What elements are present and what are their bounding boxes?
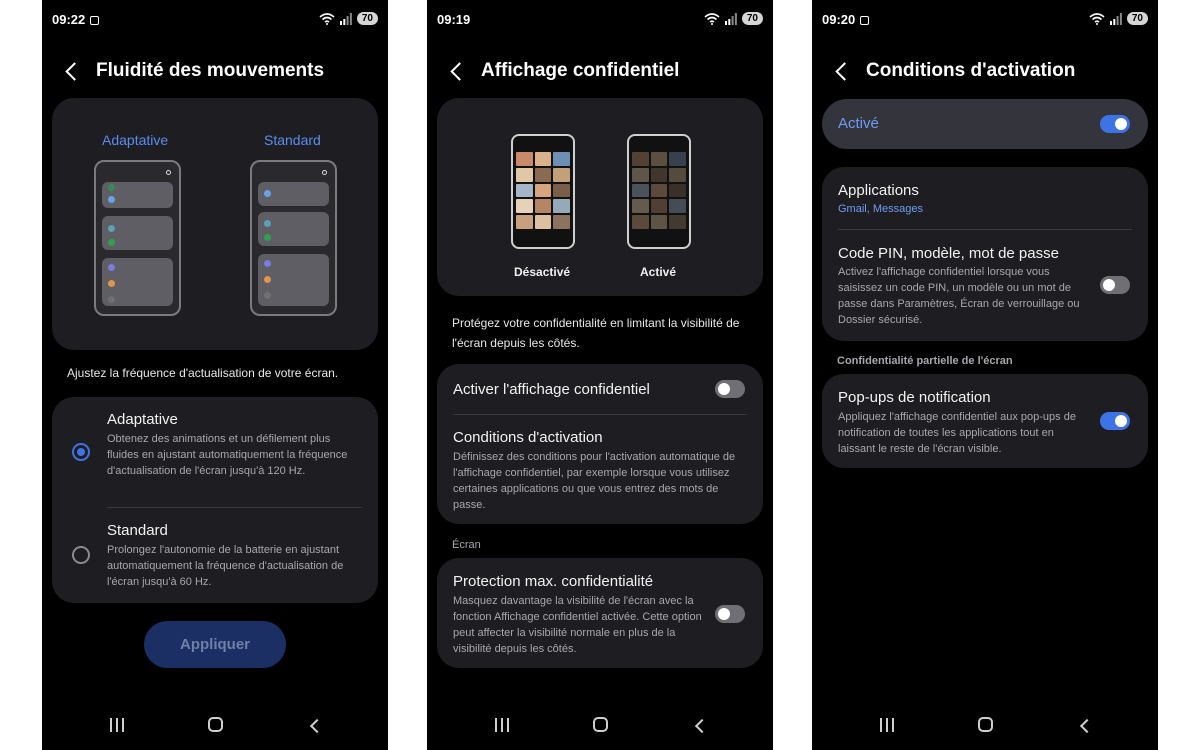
pin-toggle[interactable]: [1100, 276, 1130, 294]
popups-title: Pop-ups de notification: [838, 389, 991, 406]
option-title: Standard: [107, 522, 168, 539]
preview-card: Adaptative Standard: [52, 98, 378, 350]
battery-icon: 70: [741, 12, 763, 25]
privacy-settings-card: Activer l'affichage confidentiel Conditi…: [437, 364, 763, 524]
notification-popups-card[interactable]: Pop-ups de notification Appliquez l'affi…: [822, 374, 1148, 468]
conditions-card: Applications Gmail, Messages Code PIN, m…: [822, 167, 1148, 341]
search-icon: [166, 170, 171, 175]
screen-record-icon: [860, 16, 870, 25]
status-time: 09:20: [822, 12, 856, 27]
preview-label-on: Activé: [640, 265, 677, 279]
back-icon[interactable]: [834, 59, 852, 83]
section-label-screen: Écran: [452, 539, 481, 551]
status-bar: 09:20 70: [822, 10, 1148, 30]
privacy-description: Protégez votre confidentialité en limita…: [452, 316, 740, 350]
page-title: Affichage confidentiel: [481, 60, 680, 81]
wifi-icon: [704, 12, 720, 25]
preview-label-adaptive: Adaptative: [102, 132, 169, 148]
signal-icon: [339, 12, 352, 25]
signal-icon: [1109, 12, 1122, 25]
status-bar: 09:19 70: [437, 10, 763, 30]
battery-icon: 70: [356, 12, 378, 25]
nav-back-icon[interactable]: [308, 718, 322, 732]
header: Conditions d'activation: [834, 56, 1142, 86]
privacy-toggle[interactable]: [715, 380, 745, 398]
section-label-partial: Confidentialité partielle de l'écran: [837, 355, 1013, 367]
nav-back-icon[interactable]: [1078, 718, 1092, 732]
applications-value: Gmail, Messages: [838, 203, 923, 215]
status-time: 09:22: [52, 12, 86, 27]
master-switch-row[interactable]: Activé: [822, 99, 1148, 149]
activation-conditions-row[interactable]: Conditions d'activation Définissez des c…: [437, 415, 763, 524]
preview-phone-off: [511, 134, 575, 249]
popups-desc: Appliquez l'affichage confidentiel aux p…: [838, 411, 1076, 455]
applications-row[interactable]: Applications Gmail, Messages: [822, 167, 1148, 229]
popups-toggle[interactable]: [1100, 412, 1130, 430]
home-icon[interactable]: [978, 717, 993, 732]
apply-button[interactable]: Appliquer: [144, 621, 286, 668]
conditions-title: Conditions d'activation: [453, 429, 603, 446]
conditions-desc: Définissez des conditions pour l'activat…: [453, 451, 736, 511]
preview-label-off: Désactivé: [514, 265, 571, 279]
standard-radio[interactable]: [72, 546, 90, 564]
search-icon: [322, 170, 327, 175]
header: Affichage confidentiel: [449, 56, 757, 86]
wifi-icon: [1089, 12, 1105, 25]
navigation-bar: [812, 714, 1158, 738]
recents-icon[interactable]: [110, 718, 124, 732]
nav-back-icon[interactable]: [693, 718, 707, 732]
home-icon[interactable]: [593, 717, 608, 732]
standard-preview-illustration: [250, 160, 337, 316]
back-icon[interactable]: [449, 59, 467, 83]
pin-desc: Activez l'affichage confidentiel lorsque…: [838, 266, 1080, 326]
preview-phone-on: [627, 134, 691, 249]
header: Fluidité des mouvements: [64, 56, 372, 86]
pin-pattern-password-row[interactable]: Code PIN, modèle, mot de passe Activez l…: [822, 230, 1148, 341]
option-desc: Prolongez l'autonomie de la batterie en …: [107, 544, 344, 588]
applications-title: Applications: [838, 182, 919, 199]
master-switch-toggle[interactable]: [1100, 115, 1130, 133]
option-desc: Obtenez des animations et un défilement …: [107, 433, 348, 477]
privacy-toggle-row[interactable]: Activer l'affichage confidentiel: [437, 364, 763, 414]
screen-activation-conditions: 09:20 70 Conditions d'activation Activé …: [812, 0, 1158, 750]
recents-icon[interactable]: [495, 718, 509, 732]
privacy-toggle-label: Activer l'affichage confidentiel: [453, 381, 650, 398]
status-bar: 09:22 70: [52, 10, 378, 30]
adaptive-radio[interactable]: [72, 443, 90, 461]
screen-privacy-display: 09:19 70 Affichage confidentiel Désactiv…: [427, 0, 773, 750]
preview-label-standard: Standard: [264, 132, 321, 148]
screen-motion-smoothness: 09:22 70 Fluidité des mouvements Adaptat…: [42, 0, 388, 750]
preview-card: Désactivé Activé: [437, 98, 763, 296]
max-protection-desc: Masquez davantage la visibilité de l'écr…: [453, 595, 702, 655]
page-title: Conditions d'activation: [866, 60, 1076, 81]
navigation-bar: [42, 714, 388, 738]
adaptive-preview-illustration: [94, 160, 181, 316]
navigation-bar: [427, 714, 773, 738]
back-icon[interactable]: [64, 59, 82, 83]
screen-record-icon: [90, 16, 100, 25]
wifi-icon: [319, 12, 335, 25]
max-protection-card[interactable]: Protection max. confidentialité Masquez …: [437, 558, 763, 668]
option-title: Adaptative: [107, 411, 178, 428]
page-title: Fluidité des mouvements: [96, 60, 325, 81]
refresh-rate-description: Ajustez la fréquence d'actualisation de …: [67, 366, 339, 380]
pin-title: Code PIN, modèle, mot de passe: [838, 245, 1059, 262]
max-protection-title: Protection max. confidentialité: [453, 573, 654, 590]
refresh-options-card: Adaptative Obtenez des animations et un …: [52, 397, 378, 603]
battery-icon: 70: [1126, 12, 1148, 25]
signal-icon: [724, 12, 737, 25]
status-time: 09:19: [437, 12, 471, 27]
option-adaptive[interactable]: Adaptative Obtenez des animations et un …: [52, 397, 378, 507]
recents-icon[interactable]: [880, 718, 894, 732]
master-switch-label: Activé: [838, 115, 879, 132]
option-standard[interactable]: Standard Prolongez l'autonomie de la bat…: [52, 508, 378, 603]
home-icon[interactable]: [208, 717, 223, 732]
max-protection-toggle[interactable]: [715, 605, 745, 623]
